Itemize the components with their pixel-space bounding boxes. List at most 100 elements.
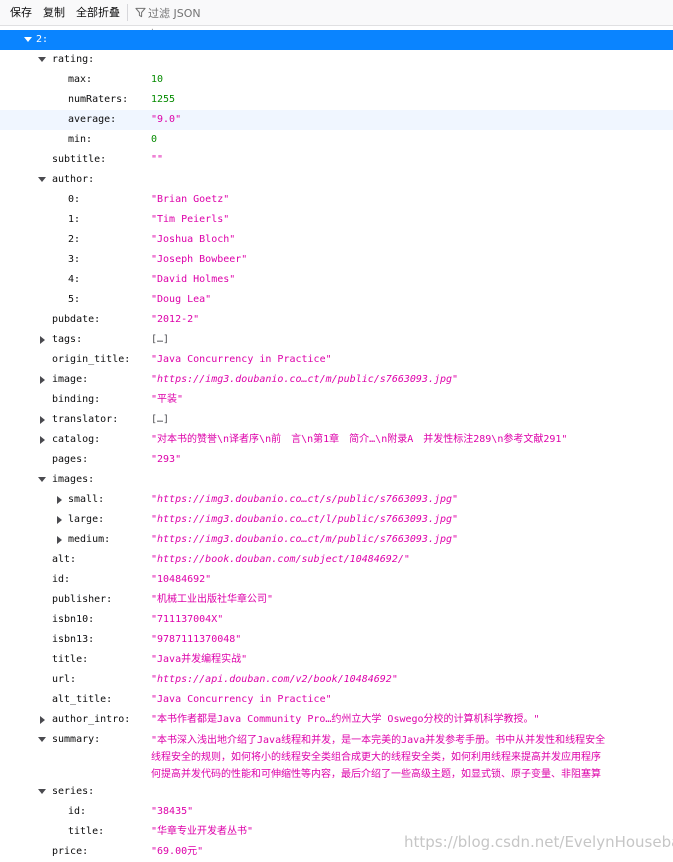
tree-row-author-0[interactable]: 0: "Brian Goetz" (0, 190, 673, 210)
tree-row-origin-title[interactable]: origin_title: "Java Concurrency in Pract… (0, 350, 673, 370)
tree-row-images-medium[interactable]: medium: "https://img3.doubanio.co…ct/m/p… (0, 530, 673, 550)
row-value: 10 (151, 74, 164, 85)
summary-line: "本书深入浅出地介绍了Java线程和并发，是一本完美的Java并发参考手册。书中… (151, 735, 606, 746)
tree-row-images-small[interactable]: small: "https://img3.doubanio.co…ct/s/pu… (0, 490, 673, 510)
tree-row-tags[interactable]: tags: […] (0, 330, 673, 350)
tree-row-isbn10[interactable]: isbn10: "711137004X" (0, 610, 673, 630)
row-key: subtitle: (52, 154, 107, 165)
tree-row-summary[interactable]: summary: "本书深入浅出地介绍了Java线程和并发，是一本完美的Java… (0, 730, 673, 782)
row-key: isbn10: (52, 614, 95, 625)
expanded-twisty-icon[interactable] (24, 37, 32, 42)
row-key: author: (52, 174, 95, 185)
tree-row-images[interactable]: images: (0, 470, 673, 490)
collapsed-twisty-icon[interactable] (40, 716, 45, 724)
tree-row-publisher[interactable]: publisher: "机械工业出版社华章公司" (0, 590, 673, 610)
tree-row-rating-max[interactable]: max: 10 (0, 70, 673, 90)
tree-row-author-intro[interactable]: author_intro: "本书作者都是Java Community Pro…… (0, 710, 673, 730)
row-key: translator: (52, 414, 119, 425)
row-key: pubdate: (52, 314, 101, 325)
tree-row-translator[interactable]: translator: […] (0, 410, 673, 430)
expanded-twisty-icon[interactable] (38, 477, 46, 482)
row-key: author_intro: (52, 714, 131, 725)
tree-row-author-5[interactable]: 5: "Doug Lea" (0, 290, 673, 310)
summary-line: 线程安全的规则，如何将小的线程安全类组合成更大的线程安全类，如何利用线程来提高并… (151, 752, 601, 763)
collapsed-twisty-icon[interactable] (40, 416, 45, 424)
row-value: "华章专业开发者丛书" (151, 826, 254, 837)
tree-row-catalog[interactable]: catalog: "对本书的赞誉\n译者序\n前 言\n第1章 简介…\n附录A… (0, 430, 673, 450)
row-key: catalog: (52, 434, 101, 445)
collapsed-twisty-icon[interactable] (57, 496, 62, 504)
row-key: image: (52, 374, 89, 385)
row-key: 2: (68, 234, 81, 245)
row-key: images: (52, 474, 95, 485)
tree-row-isbn13[interactable]: isbn13: "9787111370048" (0, 630, 673, 650)
toolbar-divider (127, 4, 128, 21)
tree-row-rating-min[interactable]: min: 0 (0, 130, 673, 150)
row-key: average: (68, 114, 117, 125)
save-button[interactable]: 保存 (7, 3, 35, 22)
row-value: "10484692" (151, 574, 212, 585)
tree-row-series-id[interactable]: id: "38435" (0, 802, 673, 822)
row-value: "69.00元" (151, 846, 204, 857)
tree-row-images-large[interactable]: large: "https://img3.doubanio.co…ct/l/pu… (0, 510, 673, 530)
row-value: "David Holmes" (151, 274, 236, 285)
row-value: "https://img3.doubanio.co…ct/s/public/s7… (151, 494, 459, 505)
tree-row-image[interactable]: image: "https://img3.doubanio.co…ct/m/pu… (0, 370, 673, 390)
row-value: "https://book.douban.com/subject/1048469… (151, 554, 410, 565)
summary-line: 何提高并发代码的性能和可伸缩性等内容，最后介绍了一些高级主题，如显式锁、原子变量… (151, 769, 601, 780)
row-key: origin_title: (52, 354, 131, 365)
tree-row-author-2[interactable]: 2: "Joshua Bloch" (0, 230, 673, 250)
row-value: […] (151, 414, 170, 425)
collapsed-twisty-icon[interactable] (57, 516, 62, 524)
row-value: "https://img3.doubanio.co…ct/l/public/s7… (151, 514, 459, 525)
tree-row-binding[interactable]: binding: "平装" (0, 390, 673, 410)
row-key: 1: (68, 214, 81, 225)
row-key: 5: (68, 294, 81, 305)
tree-row-rating-numraters[interactable]: numRaters: 1255 (0, 90, 673, 110)
json-tree: 2: rating: max: 10 numRaters: 1255 avera… (0, 30, 673, 862)
tree-row-alt[interactable]: alt: "https://book.douban.com/subject/10… (0, 550, 673, 570)
tree-row-url[interactable]: url: "https://api.douban.com/v2/book/104… (0, 670, 673, 690)
row-value: "本书作者都是Java Community Pro…约州立大学 Oswego分校… (151, 714, 540, 725)
row-value: "对本书的赞誉\n译者序\n前 言\n第1章 简介…\n附录A 并发性标注289… (151, 434, 568, 445)
row-key: tags: (52, 334, 83, 345)
row-value: "293" (151, 454, 182, 465)
tree-row-book-2[interactable]: 2: (0, 30, 673, 50)
row-value: "Joseph Bowbeer" (151, 254, 248, 265)
tree-row-series[interactable]: series: (0, 782, 673, 802)
row-value: "https://api.douban.com/v2/book/10484692… (151, 674, 398, 685)
expanded-twisty-icon[interactable] (38, 177, 46, 182)
tree-row-rating-average[interactable]: average: "9.0" (0, 110, 673, 130)
row-key: series: (52, 786, 95, 797)
row-value: "Java Concurrency in Practice" (151, 354, 332, 365)
row-value: "2012-2" (151, 314, 200, 325)
expanded-twisty-icon[interactable] (38, 57, 46, 62)
filter-json-input[interactable] (148, 4, 398, 22)
expanded-twisty-icon[interactable] (38, 789, 46, 794)
collapsed-twisty-icon[interactable] (40, 336, 45, 344)
row-key: 4: (68, 274, 81, 285)
collapsed-twisty-icon[interactable] (57, 536, 62, 544)
collapsed-twisty-icon[interactable] (40, 436, 45, 444)
collapse-all-button[interactable]: 全部折叠 (73, 3, 123, 22)
row-value: "Tim Peierls" (151, 214, 230, 225)
copy-button[interactable]: 复制 (40, 3, 68, 22)
tree-row-pubdate[interactable]: pubdate: "2012-2" (0, 310, 673, 330)
tree-row-author-1[interactable]: 1: "Tim Peierls" (0, 210, 673, 230)
tree-row-rating[interactable]: rating: (0, 50, 673, 70)
tree-row-author-3[interactable]: 3: "Joseph Bowbeer" (0, 250, 673, 270)
row-key: id: (52, 574, 71, 585)
tree-row-pages[interactable]: pages: "293" (0, 450, 673, 470)
row-value: "Java并发编程实战" (151, 654, 248, 665)
tree-row-title[interactable]: title: "Java并发编程实战" (0, 650, 673, 670)
tree-row-subtitle[interactable]: subtitle: "" (0, 150, 673, 170)
row-value: "平装" (151, 394, 184, 405)
tree-row-alt-title[interactable]: alt_title: "Java Concurrency in Practice… (0, 690, 673, 710)
row-key: title: (52, 654, 89, 665)
expanded-twisty-icon[interactable] (38, 737, 46, 742)
tree-row-author[interactable]: author: (0, 170, 673, 190)
collapsed-twisty-icon[interactable] (40, 376, 45, 384)
tree-row-author-4[interactable]: 4: "David Holmes" (0, 270, 673, 290)
row-key: title: (68, 826, 105, 837)
tree-row-id[interactable]: id: "10484692" (0, 570, 673, 590)
